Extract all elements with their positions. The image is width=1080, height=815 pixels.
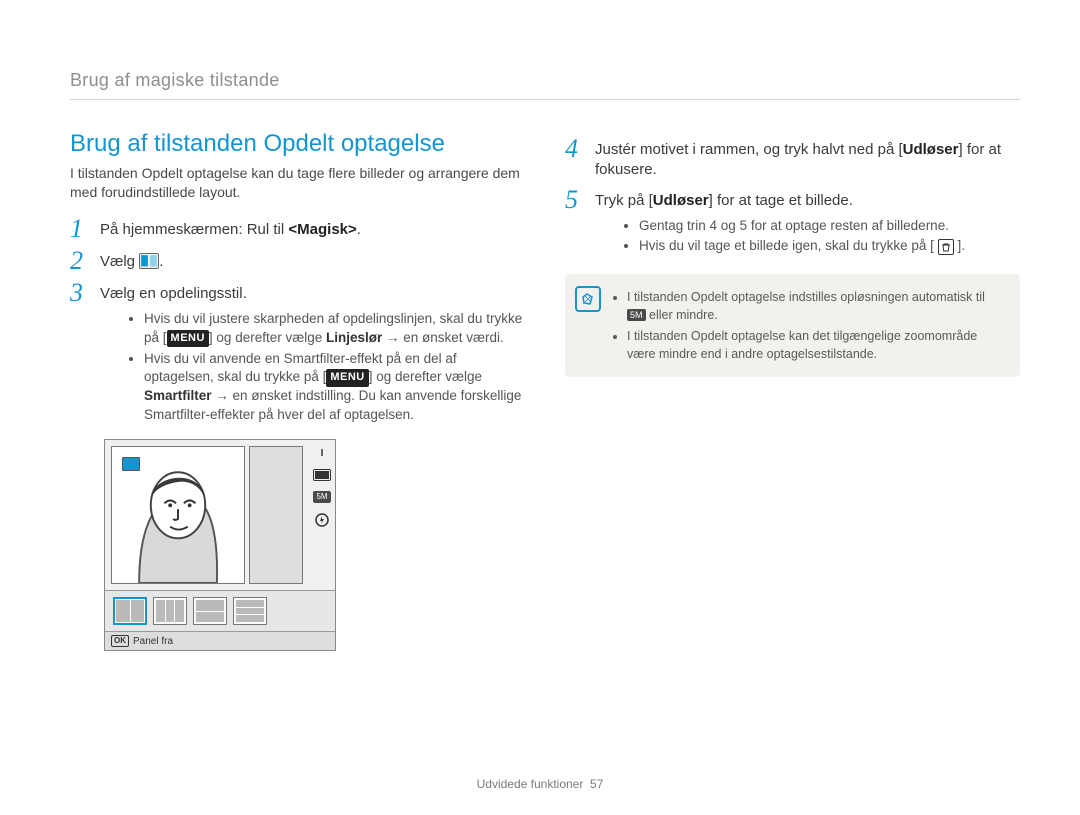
running-head: Brug af magiske tilstande xyxy=(70,70,1020,100)
step-number: 2 xyxy=(70,248,90,274)
step-3: 3 Vælg en opdelingsstil. xyxy=(70,280,525,306)
layout-option-2row[interactable] xyxy=(193,597,227,625)
step-3-sublist: Hvis du vil justere skarpheden af opdeli… xyxy=(104,310,525,425)
flash-icon xyxy=(315,513,329,530)
step-number: 1 xyxy=(70,216,90,242)
footer-page-number: 57 xyxy=(590,777,603,791)
step-number: 4 xyxy=(565,136,585,162)
layout-option-3row[interactable] xyxy=(233,597,267,625)
layout-option-3col[interactable] xyxy=(153,597,187,625)
intro-text: I tilstanden Opdelt optagelse kan du tag… xyxy=(70,164,525,202)
trash-icon xyxy=(938,239,954,255)
page-footer: Udvidede funktioner 57 xyxy=(0,777,1080,791)
battery-icon xyxy=(313,469,331,481)
section-title: Brug af tilstanden Opdelt optagelse xyxy=(70,130,525,158)
step-text: Vælg . xyxy=(100,248,163,272)
list-item: Gentag trin 4 og 5 for at optage resten … xyxy=(639,217,1020,236)
resolution-icon: 5M xyxy=(313,491,330,503)
layout-options-row xyxy=(105,590,335,631)
camera-footer-label: Panel fra xyxy=(133,636,173,647)
right-column: 4 Justér motivet i rammen, og tryk halvt… xyxy=(565,130,1020,651)
resolution-pill-icon: 5M xyxy=(627,309,646,321)
list-item: Hvis du vil justere skarpheden af opdeli… xyxy=(144,310,525,348)
note-box: I tilstanden Opdelt optagelse indstilles… xyxy=(565,274,1020,377)
manual-page: Brug af magiske tilstande Brug af tilsta… xyxy=(0,0,1080,815)
camera-viewfinder-right xyxy=(249,446,303,584)
list-item: I tilstanden Opdelt optagelse indstilles… xyxy=(627,288,1006,324)
left-column: Brug af tilstanden Opdelt optagelse I ti… xyxy=(70,130,525,651)
face-illustration xyxy=(112,447,244,583)
camera-screen-mock: I 5M OK Panel fra xyxy=(104,439,336,651)
list-item: Hvis du vil tage et billede igen, skal d… xyxy=(639,237,1020,256)
note-info-icon xyxy=(575,286,601,312)
footer-section: Udvidede funktioner xyxy=(477,777,584,791)
two-column-layout: Brug af tilstanden Opdelt optagelse I ti… xyxy=(70,130,1020,651)
step-2: 2 Vælg . xyxy=(70,248,525,274)
list-item: Hvis du vil anvende en Smartfilter-effek… xyxy=(144,350,525,426)
step-text: Justér motivet i rammen, og tryk halvt n… xyxy=(595,136,1020,181)
step-text: På hjemmeskærmen: Rul til <Magisk>. xyxy=(100,216,361,240)
step-number: 3 xyxy=(70,280,90,306)
list-item: I tilstanden Opdelt optagelse kan det ti… xyxy=(627,327,1006,363)
camera-status-icons: I 5M xyxy=(309,440,335,590)
step-number: 5 xyxy=(565,187,585,213)
step-text: Tryk på [Udløser] for at tage et billede… xyxy=(595,187,853,211)
step-4: 4 Justér motivet i rammen, og tryk halvt… xyxy=(565,136,1020,181)
menu-button-icon: MENU xyxy=(167,330,209,347)
ok-button-icon: OK xyxy=(111,635,129,647)
menu-button-icon: MENU xyxy=(326,369,368,386)
layout-option-2col[interactable] xyxy=(113,597,147,625)
shots-remaining-indicator: I xyxy=(321,448,324,459)
step-text: Vælg en opdelingsstil. xyxy=(100,280,247,304)
camera-viewfinder-left xyxy=(111,446,245,584)
step-5: 5 Tryk på [Udløser] for at tage et bille… xyxy=(565,187,1020,213)
note-list: I tilstanden Opdelt optagelse indstilles… xyxy=(611,286,1006,365)
camera-footer: OK Panel fra xyxy=(105,631,335,650)
step-5-sublist: Gentag trin 4 og 5 for at optage resten … xyxy=(599,217,1020,257)
split-shot-mode-icon xyxy=(139,253,159,269)
step-1: 1 På hjemmeskærmen: Rul til <Magisk>. xyxy=(70,216,525,242)
